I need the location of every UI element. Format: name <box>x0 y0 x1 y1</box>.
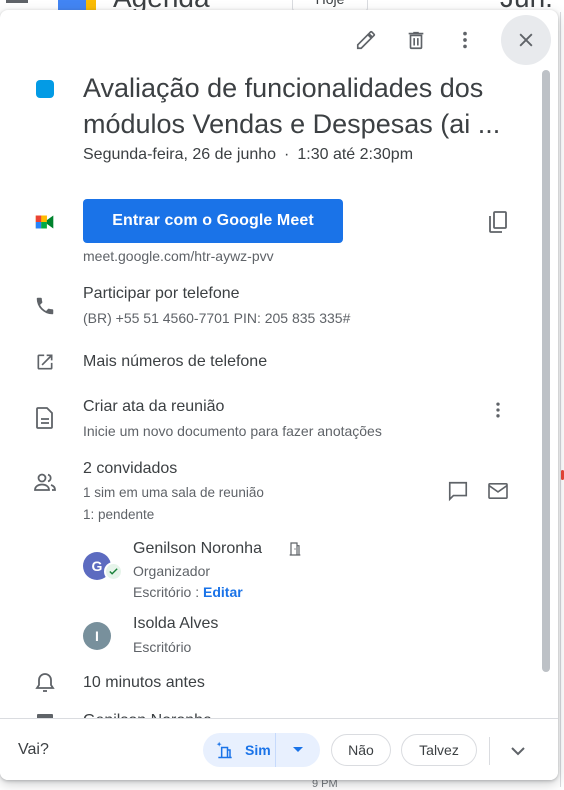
main-menu-icon[interactable] <box>6 0 28 3</box>
guest-name: Isolda Alves <box>133 615 219 632</box>
scrollbar[interactable] <box>542 70 550 672</box>
guest-location: Escritório <box>133 639 192 655</box>
delete-event-button[interactable] <box>396 20 436 60</box>
edit-event-button[interactable] <box>346 20 386 60</box>
people-icon <box>33 470 57 494</box>
meet-link[interactable]: meet.google.com/htr-aywz-pvv <box>83 248 274 264</box>
message-guests-button[interactable] <box>438 471 478 511</box>
calendar-grid-line <box>560 12 561 787</box>
rsvp-yes-label: Sim <box>245 742 271 758</box>
more-options-button[interactable] <box>445 20 485 60</box>
datetime-separator: · <box>284 146 290 163</box>
pencil-icon <box>356 30 376 50</box>
reminder-text: 10 minutos antes <box>83 674 205 691</box>
rsvp-options-dropdown[interactable] <box>276 733 320 767</box>
create-notes-subtitle: Inicie um novo documento para fazer anot… <box>83 423 382 439</box>
close-dialog-button[interactable] <box>501 15 551 65</box>
bell-icon <box>33 671 57 695</box>
notes-more-options-button[interactable] <box>478 390 518 430</box>
more-vert-icon <box>463 31 467 49</box>
rsvp-yes-button[interactable]: Sim <box>203 733 275 767</box>
google-meet-icon <box>33 210 57 234</box>
guest-name: Genilson Noronha <box>133 540 262 557</box>
rsvp-yes-group: Sim <box>203 733 320 767</box>
phone-icon <box>33 294 57 318</box>
event-title: Avaliação de funcionalidades dos módulos… <box>83 73 501 139</box>
trash-icon <box>408 31 424 50</box>
meeting-room-sparkle-icon <box>216 741 232 759</box>
edit-location-link[interactable]: Editar <box>203 584 243 600</box>
guest-role: Organizador <box>133 563 211 579</box>
guest-location: Escritório <box>133 584 192 600</box>
divider <box>489 737 490 765</box>
event-date: Segunda-feira, 26 de junho <box>83 146 277 163</box>
email-guests-button[interactable] <box>478 471 518 511</box>
chevron-down-icon <box>511 747 525 756</box>
event-time: 1:30 até 2:30pm <box>297 146 414 163</box>
rsvp-expand-button[interactable] <box>498 731 538 771</box>
guest-count: 2 convidados <box>83 460 178 477</box>
more-phone-numbers-link[interactable]: Mais números de telefone <box>83 353 267 371</box>
open-in-new-icon <box>33 350 57 374</box>
join-google-meet-button[interactable]: Entrar com o Google Meet <box>83 199 343 243</box>
more-vert-icon <box>496 402 500 418</box>
chat-icon <box>448 481 468 502</box>
rsvp-question: Vai? <box>18 741 49 758</box>
document-icon <box>33 406 57 430</box>
accepted-check-icon <box>104 562 123 581</box>
create-notes-link[interactable]: Criar ata da reunião <box>83 398 224 416</box>
event-color-swatch <box>36 80 54 98</box>
rsvp-no-button[interactable]: Não <box>331 734 391 766</box>
calendar-logo <box>58 0 98 10</box>
copy-icon <box>489 211 507 233</box>
copy-meet-link-button[interactable] <box>478 202 518 242</box>
rsvp-maybe-button[interactable]: Talvez <box>401 734 477 766</box>
meeting-room-icon <box>287 541 303 562</box>
event-datetime: Segunda-feira, 26 de junho · 1:30 até 2:30… <box>83 146 413 164</box>
guest-location-row: Escritório : Editar <box>133 584 243 600</box>
mail-icon <box>488 482 508 500</box>
guest-summary-yes: 1 sim em uma sala de reunião <box>83 485 264 500</box>
close-icon <box>519 33 533 47</box>
location-separator: : <box>191 584 204 600</box>
event-details-dialog: Avaliação de funcionalidades dos módulos… <box>0 10 558 780</box>
join-by-phone-link[interactable]: Participar por telefone <box>83 285 240 303</box>
guest-summary-pending: 1: pendente <box>83 507 155 522</box>
phone-details: (BR) +55 51 4560-7701 PIN: 205 835 335# <box>83 310 351 326</box>
guest-avatar: I <box>83 622 111 650</box>
rsvp-footer: Vai? Sim Não Talvez <box>0 718 558 780</box>
caret-down-icon <box>293 747 303 752</box>
